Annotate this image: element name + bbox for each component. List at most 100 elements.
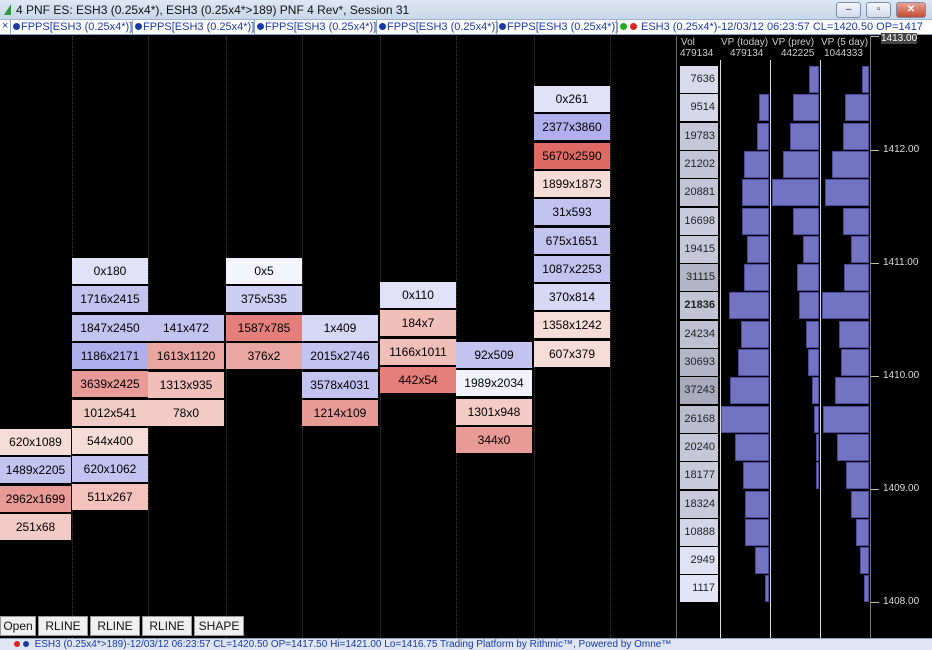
vp-today-bar	[742, 208, 769, 235]
footprint-cell: 1012x541	[72, 400, 148, 426]
footprint-cell: 2015x2746	[302, 343, 378, 369]
study-tab-bar: × FPPS[ESH3 (0.25x4*)] FPPS[ESH3 (0.25x4…	[0, 20, 932, 35]
vp-5day-bar	[844, 264, 869, 291]
price-label: 1408.00	[883, 596, 920, 607]
price-axis[interactable]: 1413.00 1412.00 1411.00 1410.00 1409.00 …	[870, 33, 932, 638]
price-tick	[871, 602, 879, 603]
footprint-cell: 1301x948	[456, 399, 532, 425]
footprint-cell: 370x814	[534, 284, 610, 310]
minimize-button[interactable]: –	[836, 2, 861, 18]
vp-prev-bar	[797, 264, 819, 291]
price-tick	[871, 263, 879, 264]
vp-prev-bar	[812, 377, 819, 404]
vp-5day-bar	[823, 406, 869, 433]
vp-5day-bar	[841, 349, 869, 376]
restore-button[interactable]: ▫	[866, 2, 891, 18]
footprint-cell: 1587x785	[226, 315, 302, 341]
tab-fpps-1[interactable]: FPPS[ESH3 (0.25x4*)]	[13, 21, 132, 33]
volume-cell: 19783	[680, 123, 718, 150]
open-button[interactable]: Open	[0, 616, 36, 636]
shape-button[interactable]: SHAPE	[194, 616, 244, 636]
footprint-cell: 3578x4031	[302, 372, 378, 398]
tab-label: FPPS[ESH3 (0.25x4*)]	[507, 21, 619, 33]
price-label-current: 1413.00	[881, 33, 918, 44]
connected-status-icon	[620, 23, 627, 30]
footprint-cell: 1x409	[302, 315, 378, 341]
tab-fpps-3[interactable]: FPPS[ESH3 (0.25x4*)]	[257, 21, 376, 33]
vp-today-bar	[755, 547, 769, 574]
footprint-cell: 0x261	[534, 86, 610, 112]
footprint-cell: 376x2	[226, 343, 302, 369]
vp-today-bar	[730, 377, 769, 404]
vp-prev-total: 442225	[781, 48, 815, 59]
vp-5day-bar	[845, 94, 869, 121]
footprint-cell: 1166x1011	[380, 339, 456, 365]
tab-series-info[interactable]: ESH3 (0.25x4*)-12/03/12 06:23:57 CL=1420…	[620, 21, 923, 33]
footprint-cell: 607x379	[534, 341, 610, 367]
volume-cell: 31115	[680, 264, 718, 291]
price-tick	[871, 489, 879, 490]
volume-cell: 2949	[680, 547, 718, 574]
volume-cell: 9514	[680, 94, 718, 121]
series-dot-icon	[379, 23, 386, 30]
tab-fpps-4[interactable]: FPPS[ESH3 (0.25x4*)]	[379, 21, 498, 33]
vp-5day-bar	[851, 236, 869, 263]
vp-5day-bar	[839, 321, 869, 348]
vol-column-divider	[720, 60, 721, 638]
vp-today-bar	[745, 491, 769, 518]
volume-cell: 18177	[680, 462, 718, 489]
vp-prev-bar	[806, 321, 819, 348]
footprint-cell: 1358x1242	[534, 312, 610, 338]
series-dot-icon	[13, 23, 20, 30]
volume-cell: 20881	[680, 179, 718, 206]
footprint-chart[interactable]: 620x1089 1489x2205 2962x1699 251x68 0x180 171…	[0, 36, 676, 638]
vp-5day-bar	[864, 575, 869, 602]
vp-5day-bar	[843, 208, 869, 235]
volume-cell: 21836	[680, 292, 718, 319]
vp-5day-bar	[851, 491, 869, 518]
vp-today-bar	[744, 151, 769, 178]
volume-cell: 20240	[680, 434, 718, 461]
footprint-cell: 1847x2450	[72, 315, 148, 341]
series-info-label: ESH3 (0.25x4*)-12/03/12 06:23:57 CL=1420…	[641, 21, 923, 33]
close-icon[interactable]: ×	[2, 20, 8, 32]
tab-separator	[376, 20, 377, 34]
rline-button[interactable]: RLINE	[90, 616, 140, 636]
rline-button[interactable]: RLINE	[38, 616, 88, 636]
vp-today-bar	[741, 321, 769, 348]
footprint-cell: 1989x2034	[456, 370, 532, 396]
vp-prev-bar	[793, 208, 819, 235]
vp-today-bar	[729, 292, 769, 319]
footprint-cell: 31x593	[534, 199, 610, 225]
tab-separator	[616, 20, 617, 34]
vp-today-bar	[745, 519, 769, 546]
tab-fpps-2[interactable]: FPPS[ESH3 (0.25x4*)]	[135, 21, 254, 33]
rline-button[interactable]: RLINE	[142, 616, 192, 636]
close-button[interactable]: ✕	[896, 2, 926, 18]
volume-cell: 16698	[680, 208, 718, 235]
app-icon	[4, 4, 11, 15]
price-label: 1409.00	[883, 483, 920, 494]
vp-5day-bar	[837, 434, 869, 461]
vp-today-header: VP (today)	[721, 37, 769, 48]
vertical-grid-line	[610, 36, 611, 638]
vp-5day-bar	[822, 292, 869, 319]
series-dot-icon	[22, 641, 29, 647]
vp-5day-bar	[856, 519, 869, 546]
vp-today-bar	[735, 434, 769, 461]
footprint-cell: 1489x2205	[0, 457, 71, 483]
tab-label: FPPS[ESH3 (0.25x4*)]	[143, 21, 255, 33]
vp-5day-bar	[835, 377, 869, 404]
footprint-cell: 442x54	[380, 367, 456, 393]
footprint-cell: 1899x1873	[534, 171, 610, 197]
vp-prev-header: VP (prev)	[772, 37, 815, 48]
tab-fpps-5[interactable]: FPPS[ESH3 (0.25x4*)]	[499, 21, 618, 33]
volume-cell: 26168	[680, 406, 718, 433]
volume-profile-panel: Vol 479134 VP (today) 479134 VP (prev) 4…	[676, 36, 871, 638]
vp-prev-bar	[790, 123, 819, 150]
record-status-icon	[14, 641, 20, 647]
vp-today-bar	[742, 179, 769, 206]
volume-cell: 24234	[680, 321, 718, 348]
vp-prev-bar	[772, 179, 819, 206]
series-dot-icon	[499, 23, 506, 30]
